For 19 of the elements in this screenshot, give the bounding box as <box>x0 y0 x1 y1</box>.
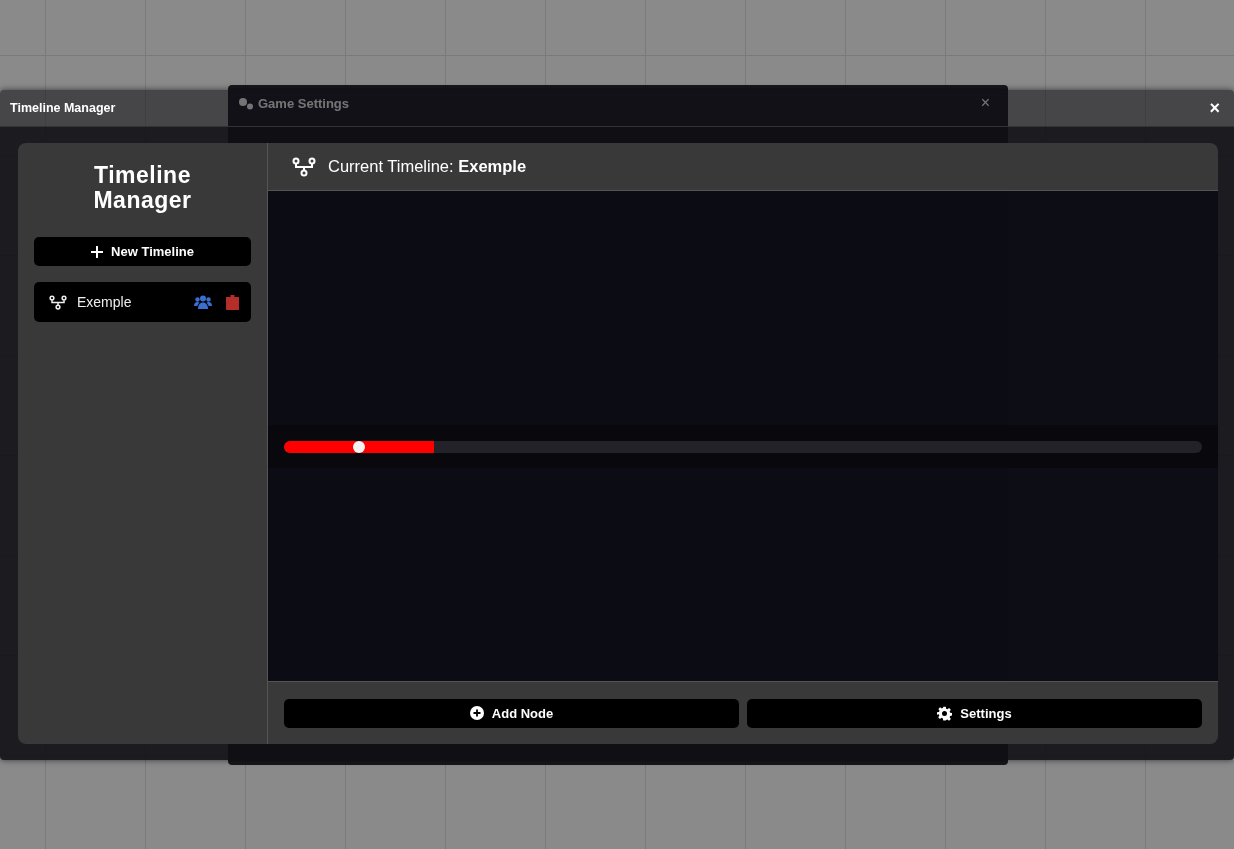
users-icon[interactable] <box>194 295 212 309</box>
window-title: Game Settings <box>258 95 350 111</box>
settings-icon <box>937 705 953 721</box>
plus-icon <box>91 245 104 258</box>
close-button[interactable]: × <box>976 94 994 112</box>
new-timeline-button[interactable]: New Timeline <box>34 237 251 266</box>
window-title: Timeline Manager <box>10 101 116 115</box>
current-timeline-label: Current Timeline: Exemple <box>328 157 527 176</box>
timeline-list-item[interactable]: Exemple <box>34 282 251 322</box>
playhead-handle[interactable] <box>353 440 366 453</box>
close-button[interactable]: × <box>1205 99 1224 117</box>
sitemap-icon <box>292 156 316 177</box>
settings-button[interactable]: Settings <box>747 698 1202 728</box>
sitemap-icon <box>49 294 67 310</box>
trash-icon[interactable] <box>226 294 239 310</box>
timeline-track[interactable] <box>284 440 1202 453</box>
add-circle-icon <box>469 706 484 720</box>
add-node-button[interactable]: Add Node <box>284 698 739 728</box>
sidebar-title: Timeline Manager <box>92 163 193 213</box>
